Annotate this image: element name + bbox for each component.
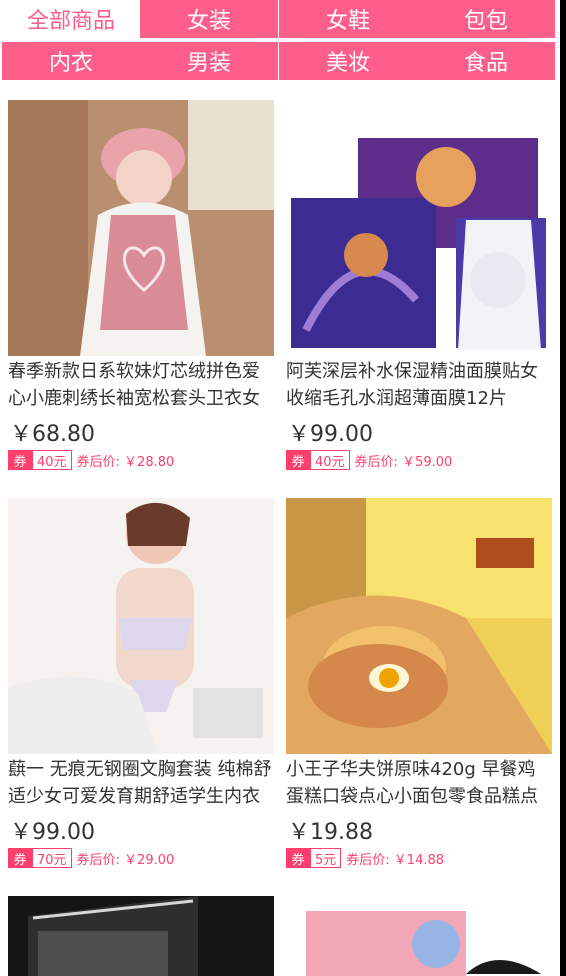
waffle-snack-image[interactable] [286,498,552,754]
after-coupon-price: 券后价: ￥59.00 [354,454,453,470]
product-price: ￥19.88 [288,820,373,845]
coupon-row[interactable]: 券 70元 券后价: ￥29.00 [8,848,174,868]
coupon-row[interactable]: 券 5元 券后价: ￥14.88 [286,848,444,868]
product-card-3[interactable]: 蕻一 无痕无钢圈文胸套装 纯棉舒适少女可爱发育期舒适学生内衣 ￥99.00 券 … [8,498,274,878]
product-card-1[interactable]: 春季新款日系软妹灯芯绒拼色爱心小鹿刺绣长袖宽松套头卫衣女 ￥68.80 券 40… [8,100,274,480]
coupon-row[interactable]: 券 40元 券后价: ￥28.80 [8,450,174,470]
tab-food[interactable]: 食品 [417,42,555,80]
mask-box-product-card-partial[interactable] [286,896,552,976]
face-mask-image[interactable] [286,100,552,356]
product-price: ￥99.00 [288,422,373,447]
coupon-badge: 券 [286,450,310,470]
phone-product-card-partial[interactable] [8,896,274,976]
product-price: ￥99.00 [10,820,95,845]
tab-beauty[interactable]: 美妆 [279,42,417,80]
product-card-2[interactable]: 阿芙深层补水保湿精油面膜贴女收缩毛孔水润超薄面膜12片 ￥99.00 券 40元… [286,100,552,480]
tab-womens-shoes[interactable]: 女鞋 [279,0,417,38]
category-tabs: 全部商品 女装 女鞋 包包 内衣 男装 美妆 食品 [0,0,560,86]
coupon-amount: 40元 [310,450,350,470]
coupon-row[interactable]: 券 40元 券后价: ￥59.00 [286,450,452,470]
coupon-amount: 70元 [32,848,72,868]
coupon-amount: 5元 [310,848,342,868]
product-title[interactable]: 阿芙深层补水保湿精油面膜贴女收缩毛孔水润超薄面膜12片 [286,358,552,412]
coupon-badge: 券 [286,848,310,868]
coupon-amount: 40元 [32,450,72,470]
lingerie-image[interactable] [8,498,274,754]
tab-mens-clothing[interactable]: 男装 [140,42,278,80]
after-coupon-price: 券后价: ￥29.00 [76,852,175,868]
product-title[interactable]: 春季新款日系软妹灯芯绒拼色爱心小鹿刺绣长袖宽松套头卫衣女 [8,358,274,412]
tab-underwear[interactable]: 内衣 [2,42,140,80]
tab-bags[interactable]: 包包 [417,0,555,38]
pink-sweater-image[interactable] [8,100,274,356]
tab-all-products[interactable]: 全部商品 [2,0,140,38]
mask-box-image[interactable] [286,896,552,976]
product-card-4[interactable]: 小王子华夫饼原味420g 早餐鸡蛋糕口袋点心小面包零食品糕点 ￥19.88 券 … [286,498,552,878]
phone-image[interactable] [8,896,274,976]
product-title[interactable]: 小王子华夫饼原味420g 早餐鸡蛋糕口袋点心小面包零食品糕点 [286,756,552,810]
coupon-badge: 券 [8,450,32,470]
product-list-page: 全部商品 女装 女鞋 包包 内衣 男装 美妆 食品 春季新款日系软妹灯芯绒拼色爱… [0,0,560,976]
after-coupon-price: 券后价: ￥14.88 [346,852,445,868]
product-title[interactable]: 蕻一 无痕无钢圈文胸套装 纯棉舒适少女可爱发育期舒适学生内衣 [8,756,274,810]
after-coupon-price: 券后价: ￥28.80 [76,454,175,470]
coupon-badge: 券 [8,848,32,868]
tab-womens-clothing[interactable]: 女装 [140,0,278,38]
product-price: ￥68.80 [10,422,95,447]
